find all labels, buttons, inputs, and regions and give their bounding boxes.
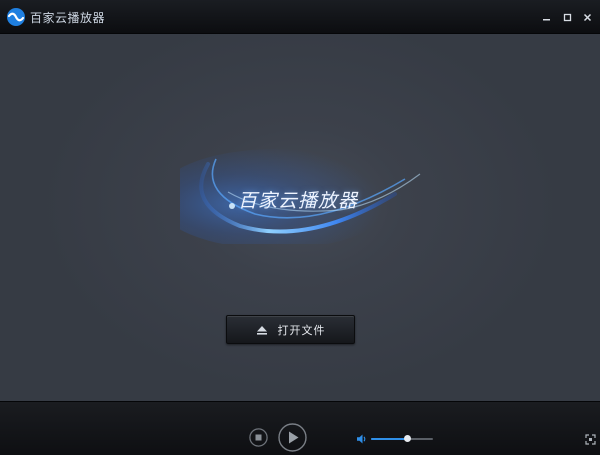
volume-knob[interactable]	[404, 435, 411, 442]
splash-title: 百家云播放器	[238, 190, 359, 212]
app-title: 百家云播放器	[30, 11, 106, 25]
control-bar	[0, 401, 600, 455]
volume-slider[interactable]	[371, 432, 433, 446]
maximize-icon	[563, 13, 571, 21]
maximize-button[interactable]	[559, 9, 575, 25]
volume-icon[interactable]	[356, 433, 368, 445]
play-icon	[289, 431, 299, 444]
volume-fill	[371, 438, 407, 440]
app-logo-icon	[7, 8, 25, 26]
close-icon	[583, 13, 591, 21]
eject-icon	[256, 325, 267, 335]
stop-button[interactable]	[249, 428, 268, 447]
open-file-button[interactable]: 打开文件	[226, 315, 355, 344]
play-button[interactable]	[278, 423, 307, 452]
stop-icon	[255, 434, 262, 441]
open-file-label: 打开文件	[277, 323, 326, 337]
player-window: 百家云播放器 百家云播放器 打开文件	[0, 0, 600, 455]
fullscreen-button[interactable]	[585, 434, 596, 445]
close-button[interactable]	[579, 9, 595, 25]
minimize-button[interactable]	[538, 9, 554, 25]
title-bar[interactable]: 百家云播放器	[0, 0, 600, 34]
video-stage[interactable]: 百家云播放器 打开文件	[0, 34, 600, 401]
minimize-icon	[542, 18, 550, 20]
